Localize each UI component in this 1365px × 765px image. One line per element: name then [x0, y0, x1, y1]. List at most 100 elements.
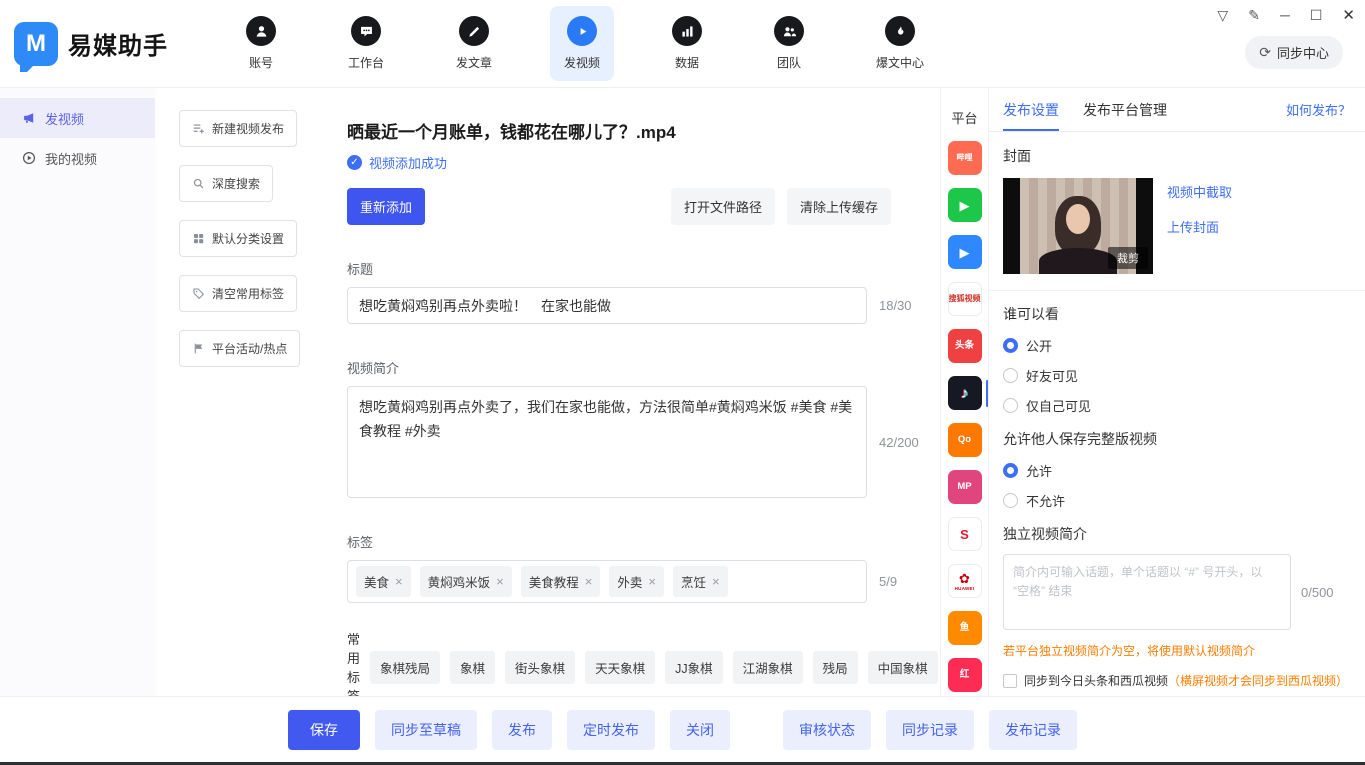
new-video-publish-button[interactable]: 新建视频发布 [179, 110, 297, 147]
sidebar-item-my-videos[interactable]: 我的视频 [0, 138, 155, 178]
minimize-icon[interactable]: ─ [1280, 7, 1290, 23]
nav-tab-data[interactable]: 数据 [658, 6, 716, 81]
radio-icon [1003, 463, 1018, 478]
top-nav: 账号 工作台 发文章 发视频 数据 团队 爆文中心 [232, 0, 938, 87]
iqiyi-play-icon: ▶ [960, 199, 970, 212]
remove-tag-icon[interactable]: × [496, 575, 504, 588]
common-tag[interactable]: 象棋 [450, 651, 495, 684]
tag-chip[interactable]: 外卖× [609, 566, 664, 597]
nav-tab-account[interactable]: 账号 [232, 6, 290, 81]
review-status-button[interactable]: 审核状态 [783, 710, 871, 750]
common-tag[interactable]: JJ象棋 [665, 651, 723, 684]
default-category-settings-button[interactable]: 默认分类设置 [179, 220, 297, 257]
crop-button[interactable]: 裁剪 [1108, 247, 1148, 269]
sidebar-item-publish-video[interactable]: 发视频 [0, 98, 155, 138]
bilibili-icon: 哔哩 [957, 153, 973, 162]
save-button[interactable]: 保存 [288, 710, 360, 750]
platform-weixin-mp[interactable]: MP [948, 470, 982, 504]
visibility-option-friends[interactable]: 好友可见 [1003, 366, 1351, 385]
platform-huawei[interactable]: ✿HUAWEI [948, 564, 982, 598]
platform-xiaohongshu[interactable]: 红 [948, 658, 982, 692]
common-tag[interactable]: 街头象棋 [505, 651, 575, 684]
visibility-option-private[interactable]: 仅自己可见 [1003, 396, 1351, 415]
common-tag[interactable]: 天天象棋 [585, 651, 655, 684]
common-tag[interactable]: 残局 [813, 651, 858, 684]
re-add-button[interactable]: 重新添加 [347, 188, 425, 225]
app-logo-icon: M [14, 22, 58, 66]
tag-chip[interactable]: 美食教程× [521, 566, 601, 597]
clear-upload-cache-button[interactable]: 清除上传缓存 [787, 188, 891, 225]
how-to-publish-link[interactable]: 如何发布？ [1286, 100, 1351, 119]
scheduled-publish-button[interactable]: 定时发布 [567, 710, 655, 750]
tag-chip[interactable]: 美食× [356, 566, 411, 597]
close-button[interactable]: 关闭 [670, 710, 730, 750]
nav-tab-publish-video[interactable]: 发视频 [550, 6, 614, 81]
publish-button[interactable]: 发布 [492, 710, 552, 750]
nav-tab-hot-center[interactable]: 爆文中心 [862, 6, 938, 81]
tab-platform-management[interactable]: 发布平台管理 [1083, 88, 1167, 131]
sidebar-item-label: 我的视频 [45, 149, 97, 168]
platform-douyin[interactable]: ♪ [948, 376, 982, 410]
remove-tag-icon[interactable]: × [712, 575, 720, 588]
publish-settings-panel: 发布设置 发布平台管理 如何发布？ 封面 裁剪 视频中截取 上传封面 [988, 88, 1365, 696]
independent-desc-label: 独立视频简介 [1003, 524, 1351, 544]
common-tag[interactable]: 江湖象棋 [733, 651, 803, 684]
clear-common-tags-button[interactable]: 清空常用标签 [179, 275, 297, 312]
xiaohongshu-icon: 红 [960, 670, 970, 680]
nav-tab-publish-article[interactable]: 发文章 [442, 6, 506, 81]
cover-section: 封面 裁剪 视频中截取 上传封面 [989, 132, 1365, 274]
remove-tag-icon[interactable]: × [648, 575, 656, 588]
title-input[interactable] [347, 287, 867, 324]
save-option-deny[interactable]: 不允许 [1003, 491, 1351, 510]
tags-input-box[interactable]: 美食× 黄焖鸡米饭× 美食教程× 外卖× 烹饪× [347, 560, 867, 603]
save-option-allow[interactable]: 允许 [1003, 461, 1351, 480]
sync-center-button[interactable]: ⟳ 同步中心 [1245, 36, 1343, 69]
publish-records-button[interactable]: 发布记录 [989, 710, 1077, 750]
screenshot-edit-icon[interactable]: ✎ [1248, 7, 1260, 24]
description-textarea[interactable]: 想吃黄焖鸡别再点外卖了，我们在家也能做，方法很简单#黄焖鸡米饭 #美食 #美食教… [347, 386, 867, 498]
remove-tag-icon[interactable]: × [395, 575, 403, 588]
dropdown-icon[interactable]: ▽ [1217, 7, 1228, 24]
capture-from-video-link[interactable]: 视频中截取 [1167, 182, 1232, 201]
nav-tab-team[interactable]: 团队 [760, 6, 818, 81]
nav-tab-label: 账号 [249, 54, 273, 71]
visibility-section: 谁可以看 公开 好友可见 仅自己可见 [989, 290, 1365, 415]
maximize-icon[interactable]: ☐ [1310, 7, 1323, 24]
platform-toutiao[interactable]: 头条 [948, 329, 982, 363]
common-tag[interactable]: 象棋残局 [370, 651, 440, 684]
visibility-label: 谁可以看 [1003, 304, 1351, 324]
nav-tab-workbench[interactable]: 工作台 [334, 6, 398, 81]
platform-iqiyi[interactable]: ▶ [948, 188, 982, 222]
title-counter: 18/30 [879, 298, 912, 313]
platform-sohu-video[interactable]: 搜狐视频 [948, 282, 982, 316]
remove-tag-icon[interactable]: × [585, 575, 593, 588]
tab-publish-settings[interactable]: 发布设置 [1003, 88, 1059, 131]
cover-label: 封面 [1003, 146, 1351, 166]
platform-dayu[interactable]: 鱼 [948, 611, 982, 645]
workbench-icon [351, 16, 381, 46]
upload-cover-link[interactable]: 上传封面 [1167, 217, 1232, 236]
platform-sina[interactable]: S [948, 517, 982, 551]
tag-chip[interactable]: 烹饪× [673, 566, 728, 597]
douyin-icon: ♪ [961, 386, 969, 401]
huawei-flower-icon: ✿ [959, 572, 970, 585]
visibility-option-public[interactable]: 公开 [1003, 336, 1351, 355]
common-tag[interactable]: 中国象棋 [868, 651, 938, 684]
sync-toutiao-label: 同步到今日头条和西瓜视频（横屏视频才会同步到西瓜视频） [1024, 672, 1348, 689]
nav-tab-label: 发文章 [456, 54, 492, 71]
team-icon [774, 16, 804, 46]
sync-to-draft-button[interactable]: 同步至草稿 [375, 710, 477, 750]
tag-chip[interactable]: 黄焖鸡米饭× [420, 566, 512, 597]
chart-icon [672, 16, 702, 46]
platform-haokan[interactable]: ▶ [948, 235, 982, 269]
deep-search-button[interactable]: 深度搜索 [179, 165, 273, 202]
platform-bilibili[interactable]: 哔哩 [948, 141, 982, 175]
close-icon[interactable]: ✕ [1342, 6, 1355, 24]
platform-qie[interactable]: Qo [948, 423, 982, 457]
cover-thumbnail[interactable]: 裁剪 [1003, 178, 1153, 274]
open-file-path-button[interactable]: 打开文件路径 [671, 188, 775, 225]
independent-desc-textarea[interactable] [1003, 554, 1291, 630]
sync-records-button[interactable]: 同步记录 [886, 710, 974, 750]
platform-activity-button[interactable]: 平台活动/热点 [179, 330, 300, 367]
sync-toutiao-checkbox[interactable] [1003, 674, 1017, 688]
